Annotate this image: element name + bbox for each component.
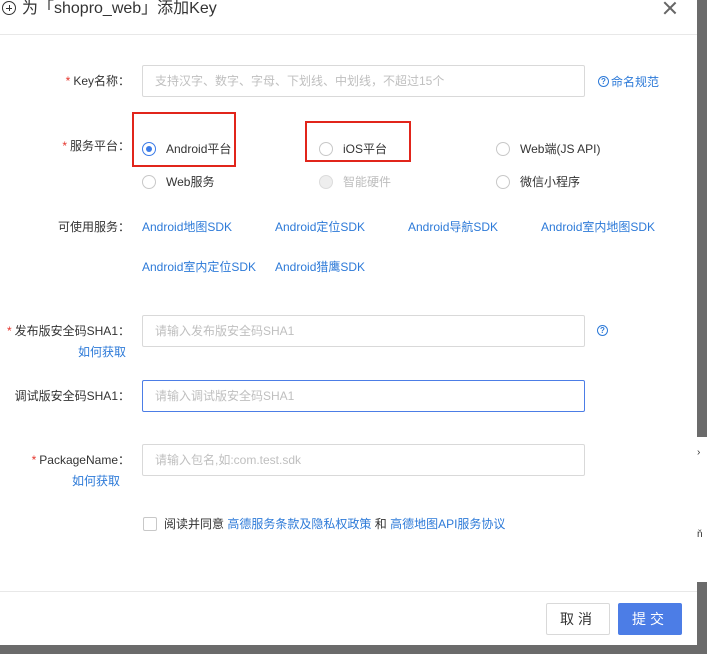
services-label: 可使用服务： <box>57 220 130 234</box>
dialog-footer: 取消 提交 <box>0 591 697 645</box>
radio-web-service[interactable]: Web服务 <box>142 173 214 190</box>
release-sha1-input[interactable] <box>142 315 585 347</box>
side-panel-glyph: ň <box>697 529 703 540</box>
agreement-prefix: 阅读并同意 <box>164 517 225 531</box>
radio-dot <box>496 174 510 189</box>
radio-wechat-miniprogram[interactable]: 微信小程序 <box>496 173 580 190</box>
side-panel-chevron-icon: › <box>697 447 701 458</box>
platform-label: * 服务平台： <box>62 139 130 153</box>
agreement-and: 和 <box>374 517 387 531</box>
question-circle-icon[interactable]: ? <box>597 325 608 336</box>
api-service-agreement-link[interactable]: 高德地图API服务协议 <box>390 515 505 532</box>
release-sha1-how-link[interactable]: 如何获取 <box>78 343 126 360</box>
dialog-title: 为「shopro_web」添加Key <box>22 0 217 17</box>
radio-dot <box>319 174 333 189</box>
key-name-label: * Key名称： <box>65 74 130 88</box>
submit-button[interactable]: 提交 <box>618 603 682 635</box>
terms-privacy-link[interactable]: 高德服务条款及隐私权政策 <box>227 515 371 532</box>
package-name-label: * PackageName： <box>31 453 130 467</box>
agreement-checkbox[interactable] <box>143 516 157 531</box>
radio-smart-hardware: 智能硬件 <box>319 173 391 190</box>
required-mark: * <box>6 324 12 338</box>
side-panel-edge: › ň <box>692 437 707 582</box>
required-mark: * <box>31 453 37 467</box>
naming-rules-link[interactable]: ? 命名规范 <box>598 73 659 90</box>
package-name-input[interactable] <box>142 444 585 476</box>
radio-web-js-api[interactable]: Web端(JS API) <box>496 140 600 157</box>
package-name-how-link[interactable]: 如何获取 <box>72 472 120 489</box>
cancel-button[interactable]: 取消 <box>546 603 610 635</box>
sdk-link-android-falcon[interactable]: Android猎鹰SDK <box>275 258 365 275</box>
dialog-header: 为「shopro_web」添加Key <box>0 0 697 35</box>
required-mark: * <box>62 139 67 153</box>
sdk-link-android-indoor-map[interactable]: Android室内地图SDK <box>541 218 655 235</box>
radio-dot <box>142 174 156 189</box>
agreement-row: 阅读并同意 高德服务条款及隐私权政策 和 高德地图API服务协议 <box>143 515 505 532</box>
sdk-link-android-navigation[interactable]: Android导航SDK <box>408 218 498 235</box>
key-name-input[interactable] <box>142 65 585 97</box>
highlight-box-ios <box>305 121 411 162</box>
release-sha1-label: * 发布版安全码SHA1： <box>6 324 130 338</box>
required-mark: * <box>65 74 71 88</box>
sdk-link-android-map[interactable]: Android地图SDK <box>142 218 232 235</box>
radio-dot <box>496 141 510 156</box>
highlight-box-android <box>132 112 236 167</box>
sdk-link-android-location[interactable]: Android定位SDK <box>275 218 365 235</box>
add-circle-icon <box>2 1 16 15</box>
question-circle-icon: ? <box>598 76 609 87</box>
sdk-link-android-indoor-location[interactable]: Android室内定位SDK <box>142 258 256 275</box>
close-icon[interactable] <box>662 0 678 16</box>
debug-sha1-label: 调试版安全码SHA1： <box>14 389 130 403</box>
debug-sha1-input[interactable] <box>142 380 585 412</box>
add-key-dialog: 为「shopro_web」添加Key *Key名称： ?命名规范 *服务平台： … <box>0 0 697 645</box>
